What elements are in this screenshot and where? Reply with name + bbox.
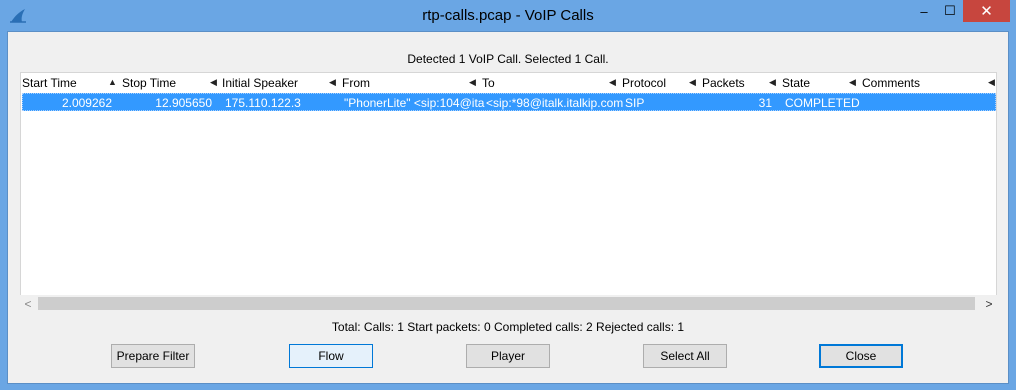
sort-indicator-icon: ◀: [329, 77, 336, 87]
column-label: Comments: [862, 76, 921, 90]
column-header-state[interactable]: State ◀: [782, 76, 862, 90]
title-bar[interactable]: rtp-calls.pcap - VoIP Calls – ☐ ✕: [0, 0, 1016, 32]
select-all-button[interactable]: Select All: [643, 344, 727, 368]
cell-state: COMPLETED: [785, 96, 860, 110]
dialog-client-area: Detected 1 VoIP Call. Selected 1 Call. S…: [7, 31, 1009, 384]
column-header-protocol[interactable]: Protocol ◀: [622, 76, 702, 90]
scroll-left-icon[interactable]: <: [20, 295, 36, 312]
cell-to: <sip:*98@italk.italkip.com: [486, 96, 624, 110]
sort-indicator-icon: ◀: [210, 77, 217, 87]
column-label: State: [782, 76, 811, 90]
column-label: Protocol: [622, 76, 667, 90]
table-header: Start Time ▲ Stop Time ◀ Initial Speaker…: [21, 73, 996, 92]
calls-summary: Total: Calls: 1 Start packets: 0 Complet…: [331, 320, 685, 334]
column-header-start-time[interactable]: Start Time ▲: [22, 76, 122, 90]
scroll-right-icon[interactable]: >: [981, 295, 997, 312]
table-row[interactable]: 2.009262 12.905650 175.110.122.3 "Phoner…: [22, 93, 996, 111]
column-header-initial-speaker[interactable]: Initial Speaker ◀: [222, 76, 342, 90]
player-button[interactable]: Player: [466, 344, 550, 368]
minimize-icon[interactable]: –: [911, 0, 937, 22]
column-header-comments[interactable]: Comments ◀: [862, 76, 996, 90]
sort-indicator-icon: ◀: [469, 77, 476, 87]
cell-protocol: SIP: [625, 96, 645, 110]
close-window-icon[interactable]: ✕: [963, 0, 1010, 22]
prepare-filter-button[interactable]: Prepare Filter: [111, 344, 195, 368]
sort-indicator-icon: ◀: [609, 77, 616, 87]
calls-table[interactable]: Start Time ▲ Stop Time ◀ Initial Speaker…: [20, 72, 997, 312]
detected-calls-label: Detected 1 VoIP Call. Selected 1 Call.: [407, 52, 609, 66]
column-label: To: [482, 76, 495, 90]
cell-stop-time: 12.905650: [155, 96, 212, 110]
cell-initial-speaker: 175.110.122.3: [225, 96, 301, 110]
close-button[interactable]: Close: [819, 344, 903, 368]
flow-button[interactable]: Flow: [289, 344, 373, 368]
horizontal-scrollbar[interactable]: < >: [20, 295, 997, 312]
sort-indicator-icon: ◀: [988, 77, 995, 87]
sort-ascending-icon: ▲: [108, 77, 117, 87]
sort-indicator-icon: ◀: [689, 77, 696, 87]
sort-indicator-icon: ◀: [849, 77, 856, 87]
cell-packets: 31: [758, 96, 772, 110]
column-header-to[interactable]: To ◀: [482, 76, 622, 90]
voip-calls-window: rtp-calls.pcap - VoIP Calls – ☐ ✕ Detect…: [0, 0, 1016, 390]
maximize-icon[interactable]: ☐: [937, 0, 963, 22]
window-title: rtp-calls.pcap - VoIP Calls: [422, 7, 594, 24]
column-header-from[interactable]: From ◀: [342, 76, 482, 90]
column-header-stop-time[interactable]: Stop Time ◀: [122, 76, 222, 90]
column-label: From: [342, 76, 370, 90]
scrollbar-thumb[interactable]: [38, 297, 975, 310]
column-header-packets[interactable]: Packets ◀: [702, 76, 782, 90]
column-label: Stop Time: [122, 76, 177, 90]
sort-indicator-icon: ◀: [769, 77, 776, 87]
column-label: Start Time: [22, 76, 77, 90]
column-label: Initial Speaker: [222, 76, 299, 90]
column-label: Packets: [702, 76, 745, 90]
cell-from: "PhonerLite" <sip:104@ita: [344, 96, 485, 110]
cell-start-time: 2.009262: [61, 96, 112, 110]
